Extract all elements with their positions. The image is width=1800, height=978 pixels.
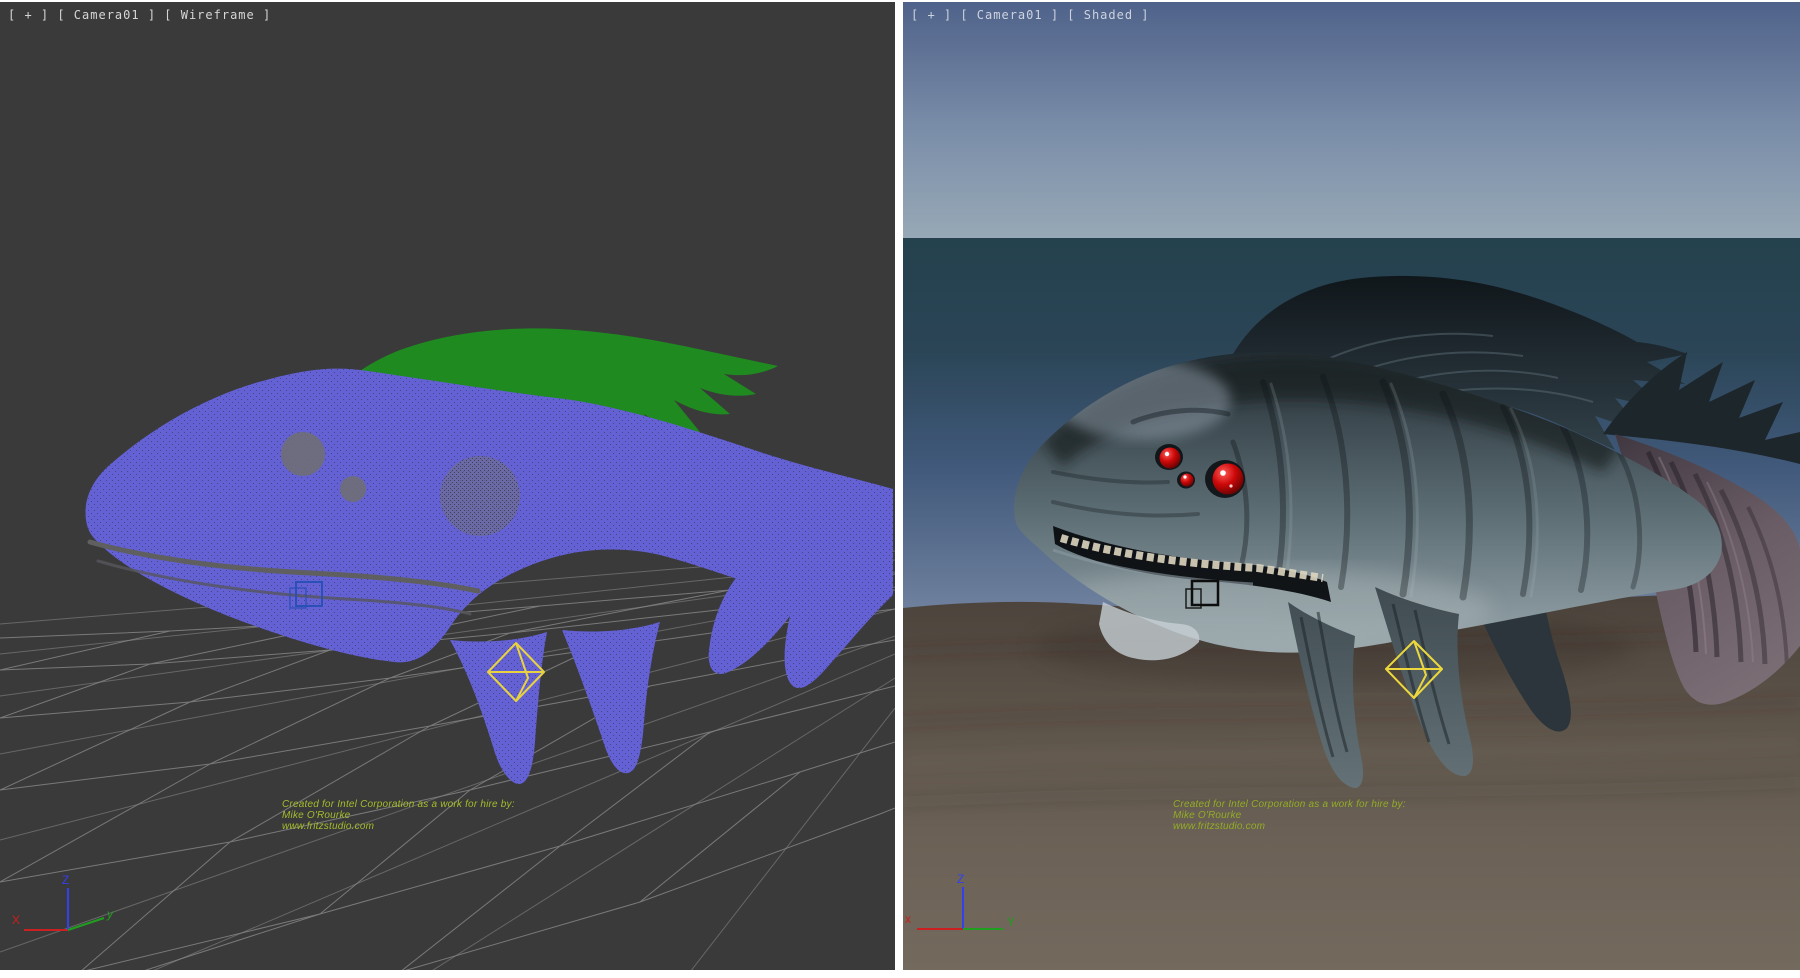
shaded-scene: Created for Intel Corporation as a work … <box>903 2 1800 970</box>
fish-eye-small <box>340 476 366 502</box>
svg-text:Mike O'Rourke: Mike O'Rourke <box>282 810 351 821</box>
svg-text:Created for Intel Corporation: Created for Intel Corporation as a work … <box>282 799 515 810</box>
axis-y-label: Y <box>1007 915 1015 929</box>
svg-text:www.fritzstudio.com: www.fritzstudio.com <box>282 821 374 832</box>
svg-text:Mike O'Rourke: Mike O'Rourke <box>1173 810 1242 821</box>
fish-eye-right-mesh <box>440 456 520 536</box>
dual-viewport-stage: [ + ] [ Camera01 ] [ Wireframe ] <box>0 0 1800 978</box>
axis-z-label: Z <box>62 873 69 887</box>
svg-text:www.fritzstudio.com: www.fritzstudio.com <box>1173 821 1265 832</box>
svg-text:Created for Intel Corporation: Created for Intel Corporation as a work … <box>1173 799 1406 810</box>
viewport-label-wireframe[interactable]: [ + ] [ Camera01 ] [ Wireframe ] <box>8 8 271 22</box>
axis-x-label: X <box>12 913 20 927</box>
watermark: Created for Intel Corporation as a work … <box>282 799 515 832</box>
axis-x-label: x <box>905 912 911 926</box>
viewport-wireframe[interactable]: [ + ] [ Camera01 ] [ Wireframe ] <box>0 2 895 970</box>
fish-eye-left <box>281 432 325 476</box>
wireframe-scene: Created for Intel Corporation as a work … <box>0 2 895 970</box>
viewport-shaded[interactable]: [ + ] [ Camera01 ] [ Shaded ] <box>903 2 1800 970</box>
viewport-label-shaded[interactable]: [ + ] [ Camera01 ] [ Shaded ] <box>911 8 1150 22</box>
sky <box>903 2 1800 238</box>
axis-y-label: y <box>106 907 114 921</box>
world-axis-gizmo: X Z y <box>12 873 114 930</box>
axis-z-label: Z <box>957 872 964 886</box>
